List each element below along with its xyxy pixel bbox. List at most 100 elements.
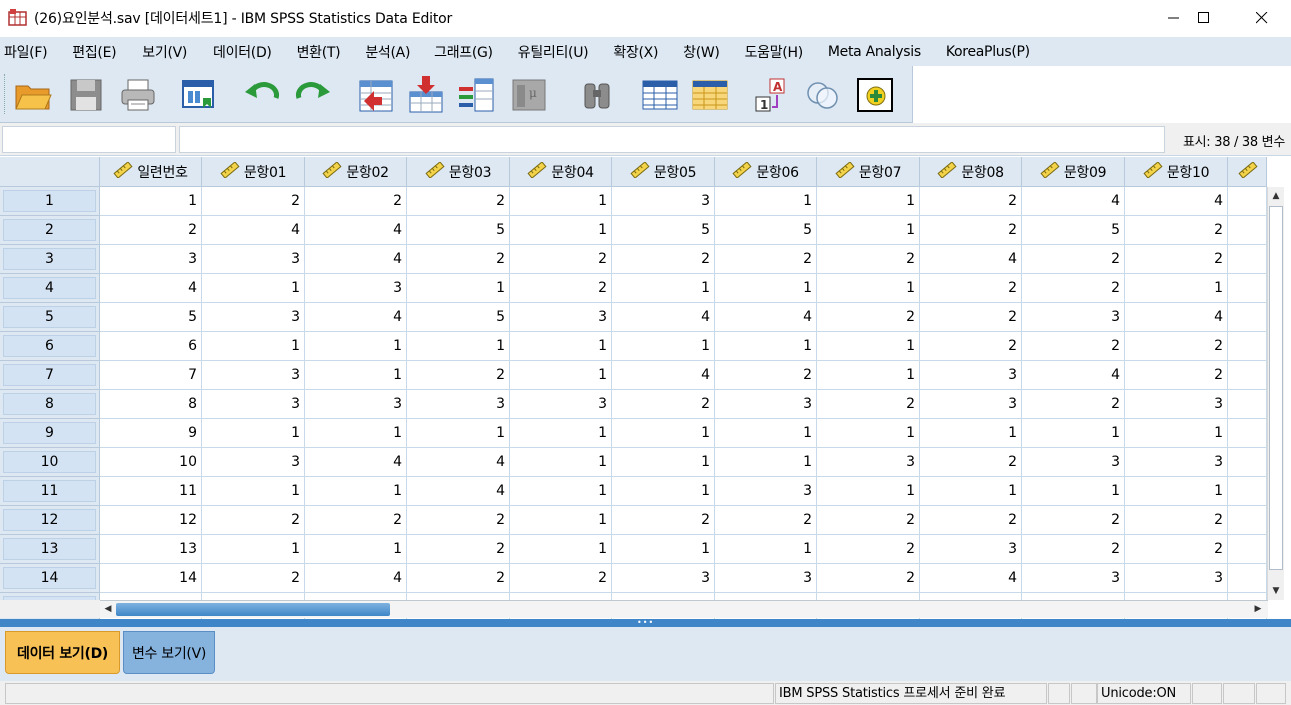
data-cell[interactable]: 12 [100, 506, 202, 535]
data-cell[interactable]: 2 [407, 187, 510, 216]
data-cell[interactable]: 2 [407, 564, 510, 593]
data-cell[interactable]: 1 [817, 332, 920, 361]
data-cell[interactable]: 1 [100, 187, 202, 216]
data-cell-empty[interactable] [1228, 361, 1267, 390]
column-header[interactable]: 문항02 [305, 157, 407, 187]
data-cell[interactable]: 5 [100, 303, 202, 332]
data-cell[interactable]: 1 [817, 274, 920, 303]
data-cell[interactable]: 3 [100, 245, 202, 274]
data-cell[interactable]: 1 [407, 419, 510, 448]
data-cell[interactable]: 1 [202, 274, 305, 303]
data-cell-empty[interactable] [1228, 274, 1267, 303]
data-cell[interactable]: 1 [305, 332, 407, 361]
data-cell[interactable]: 1 [305, 477, 407, 506]
data-cell[interactable]: 1 [817, 419, 920, 448]
menu-utilities[interactable]: 유틸리티(U) [518, 42, 589, 62]
data-cell[interactable]: 5 [407, 303, 510, 332]
horizontal-scrollbar[interactable]: ◀ ▶ [100, 600, 1268, 618]
data-cell[interactable]: 1 [920, 477, 1022, 506]
data-cell[interactable]: 3 [1022, 303, 1125, 332]
data-cell[interactable]: 2 [1125, 216, 1228, 245]
column-header[interactable]: 문항09 [1022, 157, 1125, 187]
menu-analyze[interactable]: 분석(A) [365, 42, 410, 62]
data-cell[interactable]: 3 [202, 245, 305, 274]
data-cell[interactable]: 2 [305, 506, 407, 535]
data-cell[interactable]: 2 [920, 216, 1022, 245]
goto-case-button[interactable] [357, 76, 395, 114]
menu-extensions[interactable]: 확장(X) [613, 42, 658, 62]
data-cell[interactable]: 1 [305, 419, 407, 448]
horizontal-scroll-thumb[interactable] [116, 603, 390, 616]
data-cell[interactable]: 4 [305, 303, 407, 332]
menu-koreaplus[interactable]: KoreaPlus(P) [946, 44, 1030, 60]
data-cell[interactable]: 2 [817, 564, 920, 593]
data-cell[interactable]: 2 [920, 332, 1022, 361]
menu-edit[interactable]: 편집(E) [72, 42, 116, 62]
data-cell[interactable]: 13 [100, 535, 202, 564]
column-header-partial[interactable] [1228, 157, 1267, 187]
data-cell[interactable]: 2 [407, 506, 510, 535]
row-header[interactable]: 12 [0, 506, 100, 535]
vertical-scroll-thumb[interactable] [1269, 206, 1283, 570]
data-cell[interactable]: 2 [1022, 535, 1125, 564]
data-cell[interactable]: 1 [920, 419, 1022, 448]
column-header[interactable]: 문항08 [920, 157, 1022, 187]
data-cell[interactable]: 2 [202, 187, 305, 216]
data-cell[interactable]: 2 [715, 245, 817, 274]
data-cell[interactable]: 2 [202, 564, 305, 593]
data-cell[interactable]: 1 [612, 274, 715, 303]
data-cell[interactable]: 1 [817, 477, 920, 506]
data-cell[interactable]: 1 [715, 535, 817, 564]
data-cell-empty[interactable] [1228, 419, 1267, 448]
data-cell[interactable]: 1 [305, 535, 407, 564]
data-cell[interactable]: 2 [1125, 535, 1228, 564]
row-header[interactable]: 4 [0, 274, 100, 303]
data-cell[interactable]: 10 [100, 448, 202, 477]
data-cell[interactable]: 2 [100, 216, 202, 245]
data-cell[interactable]: 1 [202, 535, 305, 564]
data-cell[interactable]: 2 [612, 245, 715, 274]
column-header[interactable]: 문항07 [817, 157, 920, 187]
data-cell[interactable]: 2 [407, 535, 510, 564]
data-cell-empty[interactable] [1228, 216, 1267, 245]
data-cell[interactable]: 2 [715, 506, 817, 535]
data-cell[interactable]: 2 [1125, 332, 1228, 361]
insert-variable-button[interactable] [457, 76, 495, 114]
data-cell[interactable]: 1 [612, 448, 715, 477]
data-cell[interactable]: 1 [817, 216, 920, 245]
data-cell[interactable]: 4 [305, 564, 407, 593]
data-cell[interactable]: 1 [510, 448, 612, 477]
data-cell[interactable]: 4 [612, 361, 715, 390]
data-cell[interactable]: 1 [202, 477, 305, 506]
data-cell-empty[interactable] [1228, 332, 1267, 361]
data-cell[interactable]: 2 [817, 535, 920, 564]
data-cell[interactable]: 5 [612, 216, 715, 245]
data-cell-empty[interactable] [1228, 303, 1267, 332]
data-cell-empty[interactable] [1228, 535, 1267, 564]
column-header[interactable]: 문항05 [612, 157, 715, 187]
data-cell[interactable]: 1 [1125, 419, 1228, 448]
data-cell[interactable]: 4 [715, 303, 817, 332]
data-cell[interactable]: 2 [1022, 245, 1125, 274]
redo-button[interactable] [294, 76, 332, 114]
cell-reference-field[interactable] [2, 126, 176, 153]
show-all-variables-button[interactable] [804, 76, 842, 114]
data-cell[interactable]: 3 [407, 390, 510, 419]
row-header[interactable]: 6 [0, 332, 100, 361]
dialog-recall-button[interactable] [180, 76, 218, 114]
data-cell[interactable]: 1 [510, 216, 612, 245]
data-cell[interactable]: 2 [612, 506, 715, 535]
column-header[interactable]: 문항06 [715, 157, 817, 187]
data-cell[interactable]: 3 [1022, 564, 1125, 593]
data-cell[interactable]: 2 [510, 564, 612, 593]
menu-data[interactable]: 데이터(D) [213, 42, 272, 62]
cell-value-field[interactable] [179, 126, 1165, 153]
data-cell[interactable]: 3 [305, 274, 407, 303]
data-cell[interactable]: 2 [817, 245, 920, 274]
data-cell[interactable]: 1 [715, 419, 817, 448]
data-cell[interactable]: 2 [1125, 361, 1228, 390]
data-cell-empty[interactable] [1228, 477, 1267, 506]
value-labels-button[interactable] [691, 76, 729, 114]
data-cell[interactable]: 3 [202, 448, 305, 477]
toolbar-grip[interactable] [4, 74, 8, 114]
